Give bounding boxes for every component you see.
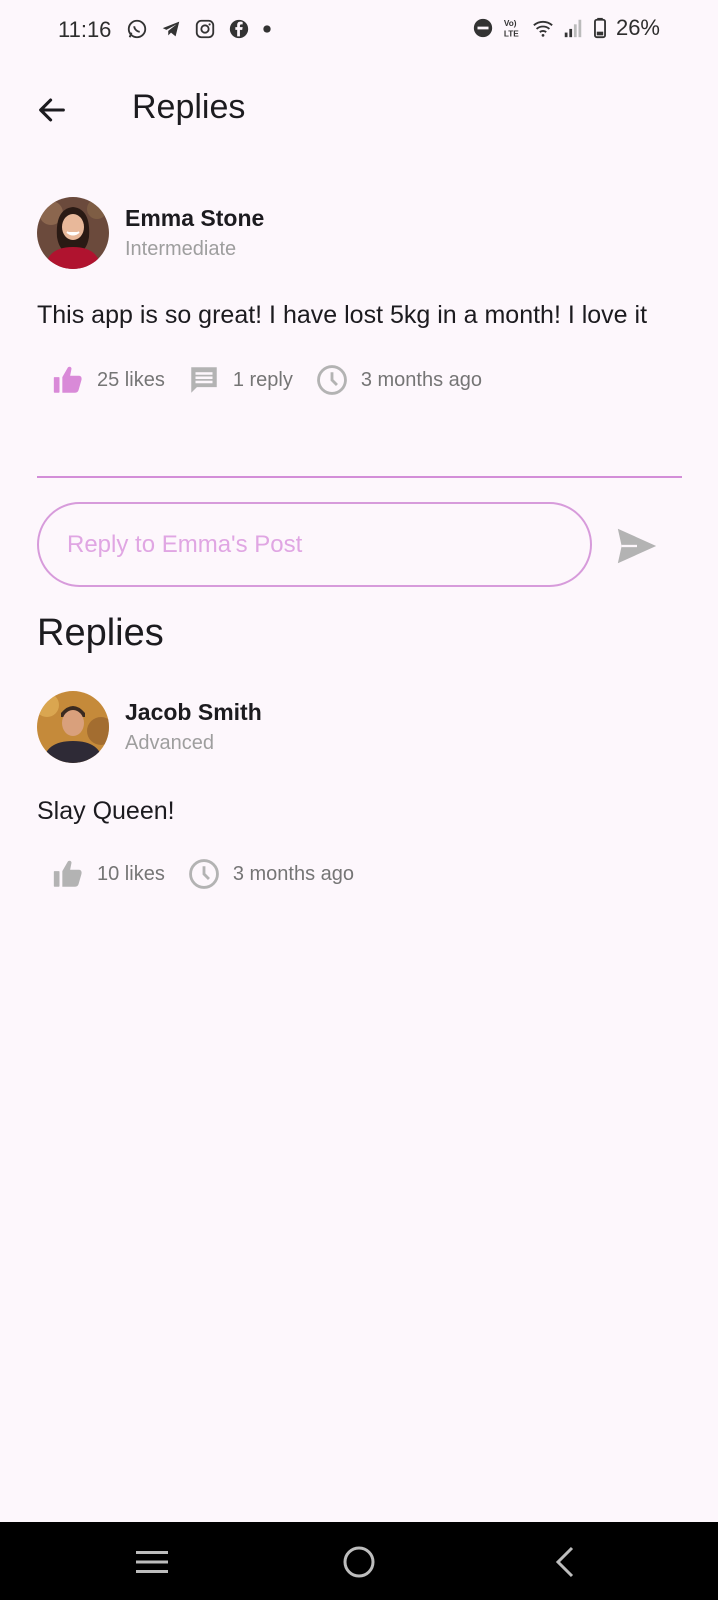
- likes-count: 25 likes: [97, 368, 165, 391]
- clock-icon: [315, 363, 349, 397]
- battery-icon: [592, 17, 608, 39]
- author-level: Advanced: [125, 732, 214, 754]
- reply-meta-row: 10 likes 3 months ago: [37, 856, 682, 892]
- facebook-icon: [228, 18, 250, 40]
- dnd-icon: [472, 17, 494, 39]
- wifi-icon: [532, 17, 554, 39]
- status-time: 11:16: [58, 17, 112, 42]
- avatar[interactable]: [37, 197, 109, 269]
- reply-field-container: [37, 502, 592, 587]
- reply-author-row: Jacob Smith Advanced: [37, 690, 682, 764]
- reply-time: 3 months ago: [232, 862, 355, 885]
- status-bar: 11:16 Vo) LTE 26%: [0, 0, 718, 60]
- page-title: Replies: [132, 88, 246, 126]
- system-status-icons: Vo) LTE 26%: [472, 15, 660, 41]
- timestamp: 3 months ago: [315, 363, 482, 397]
- post-time: 3 months ago: [360, 368, 483, 391]
- replies-heading: Replies: [37, 612, 164, 654]
- divider: [37, 476, 682, 478]
- thumbs-up-icon: [51, 857, 85, 891]
- dot-icon: [262, 18, 272, 40]
- send-icon: [617, 528, 657, 564]
- home-icon: [343, 1546, 375, 1578]
- battery-percentage: 26%: [615, 15, 660, 40]
- author-name[interactable]: Emma Stone: [125, 205, 264, 232]
- original-post: Emma Stone Intermediate This app is so g…: [37, 196, 682, 398]
- comment-icon: [187, 363, 221, 397]
- like-button[interactable]: 10 likes: [51, 857, 165, 891]
- clock-icon: [187, 857, 221, 891]
- back-icon: [555, 1546, 574, 1578]
- system-nav-bar: [0, 1522, 718, 1600]
- author-name[interactable]: Jacob Smith: [125, 699, 262, 726]
- like-button[interactable]: 25 likes: [51, 363, 165, 397]
- reply-input[interactable]: [65, 529, 569, 560]
- avatar[interactable]: [37, 691, 109, 763]
- post-author-row: Emma Stone Intermediate: [37, 196, 682, 270]
- svg-text:LTE: LTE: [504, 29, 519, 38]
- app-bar: Replies: [0, 70, 718, 150]
- volte-icon: Vo) LTE: [502, 17, 524, 39]
- svg-text:Vo): Vo): [504, 19, 517, 28]
- home-button[interactable]: [339, 1542, 379, 1582]
- system-back-button[interactable]: [546, 1542, 586, 1582]
- notification-icons: [126, 18, 272, 40]
- post-meta-row: 25 likes 1 reply 3 months ago: [37, 362, 682, 398]
- timestamp: 3 months ago: [187, 857, 354, 891]
- send-button[interactable]: [614, 523, 660, 569]
- back-button[interactable]: [28, 86, 76, 134]
- likes-count: 10 likes: [97, 862, 165, 885]
- user-info: Emma Stone Intermediate: [125, 205, 264, 261]
- telegram-icon: [160, 18, 182, 40]
- signal-icon: [562, 17, 584, 39]
- reply-count-button[interactable]: 1 reply: [187, 363, 293, 397]
- recents-button[interactable]: [132, 1542, 172, 1582]
- arrow-left-icon: [39, 98, 65, 122]
- user-info: Jacob Smith Advanced: [125, 699, 262, 755]
- post-text: This app is so great! I have lost 5kg in…: [37, 301, 648, 329]
- thumbs-up-icon: [51, 363, 85, 397]
- reply-text: Slay Queen!: [37, 797, 175, 825]
- recents-icon: [136, 1551, 168, 1573]
- replies-count: 1 reply: [232, 368, 293, 391]
- whatsapp-icon: [126, 18, 148, 40]
- reply-item: Jacob Smith Advanced Slay Queen! 10 like…: [37, 690, 682, 892]
- instagram-icon: [194, 18, 216, 40]
- author-level: Intermediate: [125, 238, 237, 260]
